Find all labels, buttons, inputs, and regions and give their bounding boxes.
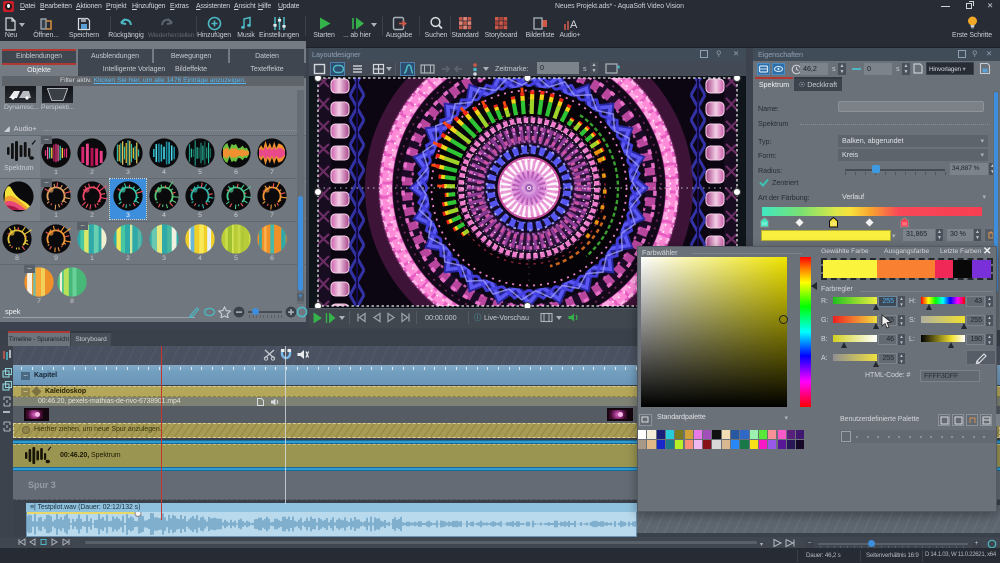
svg-text:A: A — [570, 19, 578, 31]
